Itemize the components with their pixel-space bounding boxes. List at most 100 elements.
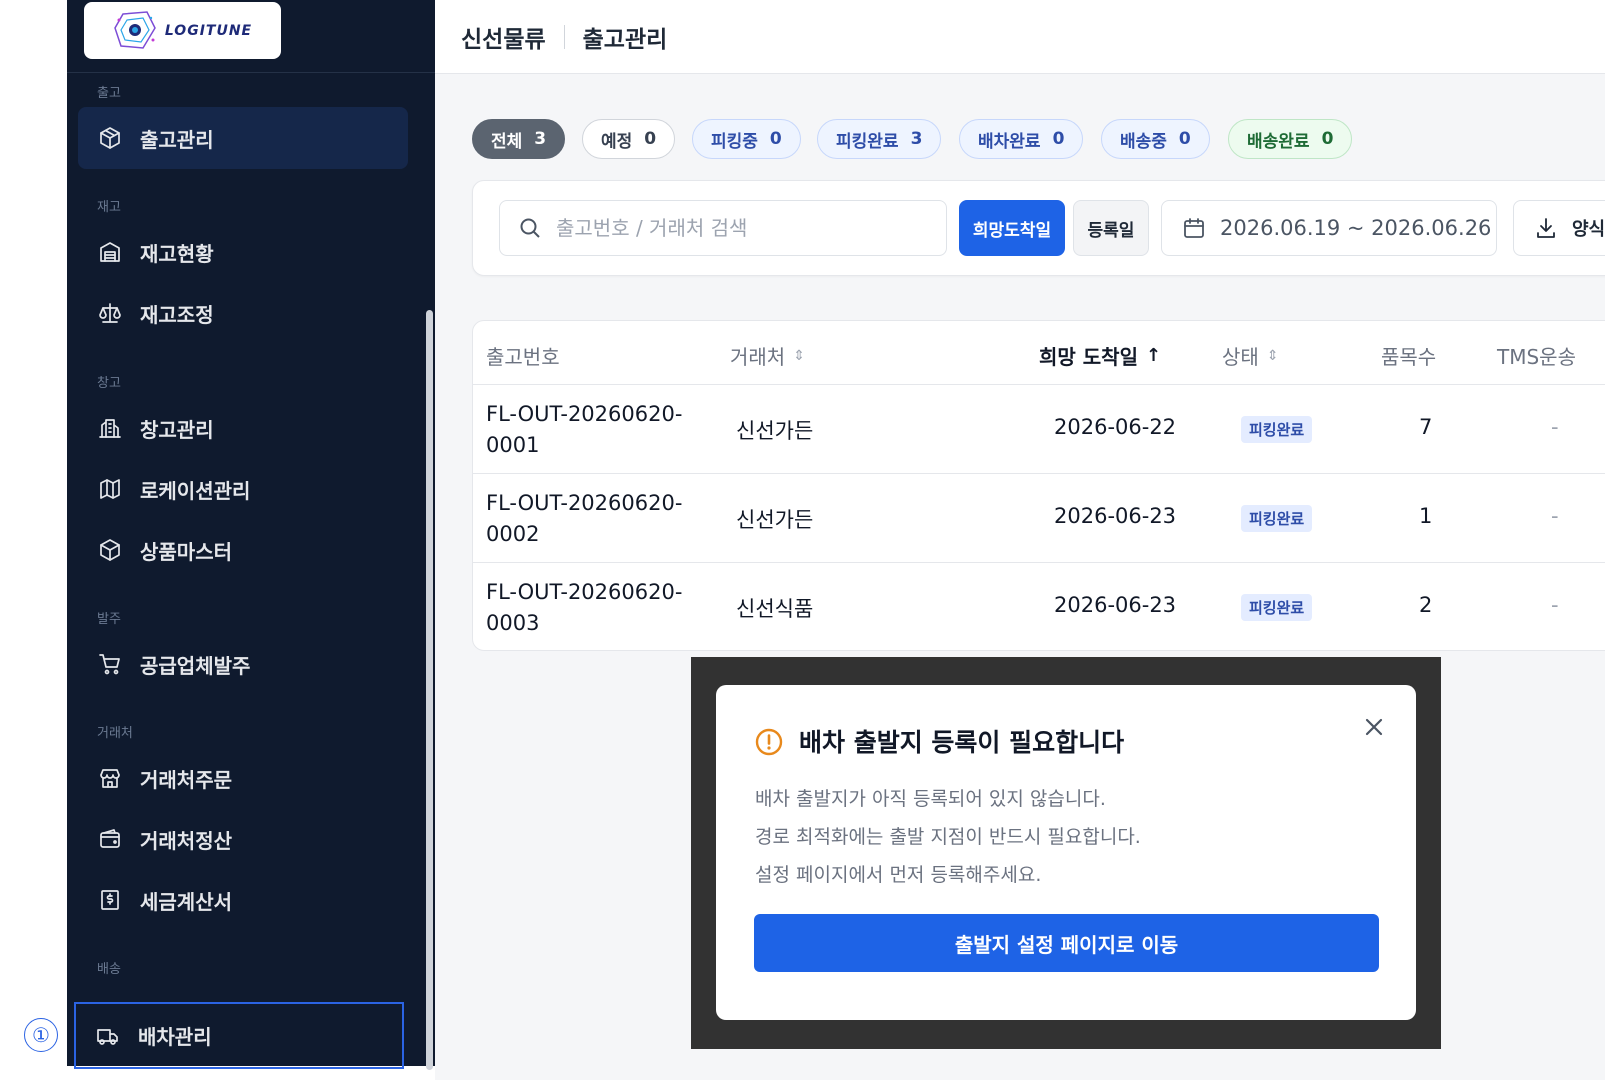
logo-mark-icon [114,10,156,49]
chip-label: 전체 [491,131,523,152]
section-label-warehouse: 창고 [97,376,121,391]
column-label: TMS운송 [1497,345,1576,369]
sidebar-item-partner-order[interactable]: 거래처주문 [78,747,408,809]
sidebar-item-label: 재고현황 [140,241,214,266]
cell-item-count: 2 [1419,593,1433,617]
section-label-partner: 거래처 [97,726,133,741]
table-row[interactable]: FL-OUT-20260620-0003 신선식품 2026-06-23 피킹완… [473,563,1605,650]
column-header-id[interactable]: 출고번호 [486,341,560,370]
table-header: 출고번호 거래처 ⇕ 희망 도착일 ↑ 상태 ⇕ 품목수 TMS운송 [473,321,1605,385]
download-icon [1537,218,1555,238]
export-template-button[interactable]: 양식 [1513,200,1605,256]
sidebar-item-inventory-adjust[interactable]: 재고조정 [78,282,408,344]
cart-icon [98,652,122,676]
sidebar-item-dispatch[interactable]: 배차관리 [74,1002,404,1069]
sidebar-item-product-master[interactable]: 상품마스터 [78,519,408,581]
sidebar-item-label: 거래처정산 [140,828,232,853]
sidebar-item-inventory-status[interactable]: 재고현황 [78,221,408,283]
sidebar-item-label: 거래처주문 [140,767,232,792]
cell-id: FL-OUT-20260620-0003 [486,580,683,635]
sidebar-item-location[interactable]: 로케이션관리 [78,458,408,520]
sidebar-item-label: 재고조정 [140,302,214,327]
cell-date: 2026-06-23 [1054,593,1177,617]
search-box[interactable] [499,200,947,256]
modal-overlay[interactable]: 배차 출발지 등록이 필요합니다 배차 출발지가 아직 등록되어 있지 않습니다… [691,657,1441,1049]
column-label: 거래처 [730,345,786,369]
go-to-origin-settings-button[interactable]: 출발지 설정 페이지로 이동 [754,914,1379,972]
search-icon [520,218,540,238]
sidebar-item-supplier-order[interactable]: 공급업체발주 [78,633,408,695]
search-input[interactable] [556,216,936,240]
cell-date: 2026-06-23 [1054,504,1177,528]
sidebar-item-outbound[interactable]: 출고관리 [78,107,408,169]
sort-icon: ⇕ [1266,347,1279,364]
truck-icon [96,1024,120,1048]
column-header-status[interactable]: 상태 ⇕ [1222,341,1279,370]
invoice-icon [98,888,122,912]
close-button[interactable] [1360,713,1388,741]
filter-bar: 희망도착일 등록일 2026.06.19 ~ 2026.06.26 양식 [472,180,1605,276]
date-type-registered-button[interactable]: 등록일 [1073,200,1149,256]
cell-item-count: 7 [1419,415,1433,439]
chip-label: 예정 [601,131,633,152]
column-header-partner[interactable]: 거래처 ⇕ [730,341,805,370]
status-chip-picking[interactable]: 피킹중 0 [692,119,801,159]
calendar-icon [1184,218,1204,238]
sort-icon: ⇕ [793,347,805,364]
status-chip-dispatch-done[interactable]: 배차완료 0 [959,119,1084,159]
column-header-tms[interactable]: TMS운송 [1497,341,1576,370]
chip-label: 배송완료 [1247,131,1310,152]
cell-id: FL-OUT-20260620-0002 [486,491,683,546]
map-icon [98,477,122,501]
column-label: 출고번호 [486,345,560,369]
cell-tms: - [1551,593,1559,617]
building-icon [98,416,122,440]
status-badge: 피킹완료 [1241,416,1313,443]
export-label: 양식 [1572,219,1605,240]
chip-count: 3 [910,129,923,149]
sidebar-scrollbar[interactable] [426,310,433,1070]
column-label: 상태 [1222,345,1259,369]
date-range-value: 2026.06.19 ~ 2026.06.26 [1220,216,1492,240]
chip-count: 0 [1321,129,1334,149]
close-icon [1365,718,1383,736]
cell-date: 2026-06-22 [1054,415,1177,439]
breadcrumb-company[interactable]: 신선물류 [461,20,546,54]
column-header-item-count[interactable]: 품목수 [1381,341,1436,370]
scale-icon [98,301,122,325]
table-row[interactable]: FL-OUT-20260620-0002 신선가든 2026-06-23 피킹완… [473,474,1605,563]
logo[interactable]: LOGITUNE [84,2,281,59]
status-badge: 피킹완료 [1241,505,1313,532]
chip-count: 3 [534,129,547,149]
status-chip-all[interactable]: 전체 3 [472,119,566,159]
table-row[interactable]: FL-OUT-20260620-0001 신선가든 2026-06-22 피킹완… [473,385,1605,474]
date-range-picker[interactable]: 2026.06.19 ~ 2026.06.26 [1161,200,1497,256]
outbound-table: 출고번호 거래처 ⇕ 희망 도착일 ↑ 상태 ⇕ 품목수 TMS운송 FL-OUT-2… [472,320,1605,651]
sidebar-item-partner-settlement[interactable]: 거래처정산 [78,808,408,870]
status-chip-delivering[interactable]: 배송중 0 [1101,119,1210,159]
column-label: 품목수 [1381,345,1437,369]
sidebar-item-tax-invoice[interactable]: 세금계산서 [78,869,408,931]
modal-body-line: 경로 최적화에는 출발 지점이 반드시 필요합니다. [755,826,1141,848]
cell-partner: 신선가든 [736,419,814,443]
status-chip-picking-done[interactable]: 피킹완료 3 [817,119,942,159]
modal-body-line: 배차 출발지가 아직 등록되어 있지 않습니다. [755,788,1106,810]
sidebar-item-label: 창고관리 [140,417,214,442]
breadcrumb-separator [563,24,565,49]
chip-label: 배차완료 [978,131,1041,152]
cell-partner: 신선식품 [736,597,814,621]
sidebar-item-warehouse[interactable]: 창고관리 [78,397,408,459]
modal-body: 배차 출발지가 아직 등록되어 있지 않습니다. 경로 최적화에는 출발 지점이… [755,780,1141,894]
chip-count: 0 [1178,129,1191,149]
sidebar: LOGITUNE 출고 출고관리 재고 재고현황 재고조정 창고 창고관리 로케… [67,0,435,1070]
chip-label: 배송중 [1120,131,1167,152]
date-type-desired-button[interactable]: 희망도착일 [959,200,1065,256]
column-header-desired-date[interactable]: 희망 도착일 ↑ [1039,341,1161,370]
store-icon [98,766,122,790]
chip-count: 0 [769,129,782,149]
cell-item-count: 1 [1419,504,1433,528]
column-label: 희망 도착일 [1039,345,1138,369]
logo-text: LOGITUNE [164,22,253,39]
status-chip-scheduled[interactable]: 예정 0 [582,119,676,159]
status-chip-delivered[interactable]: 배송완료 0 [1228,119,1353,159]
